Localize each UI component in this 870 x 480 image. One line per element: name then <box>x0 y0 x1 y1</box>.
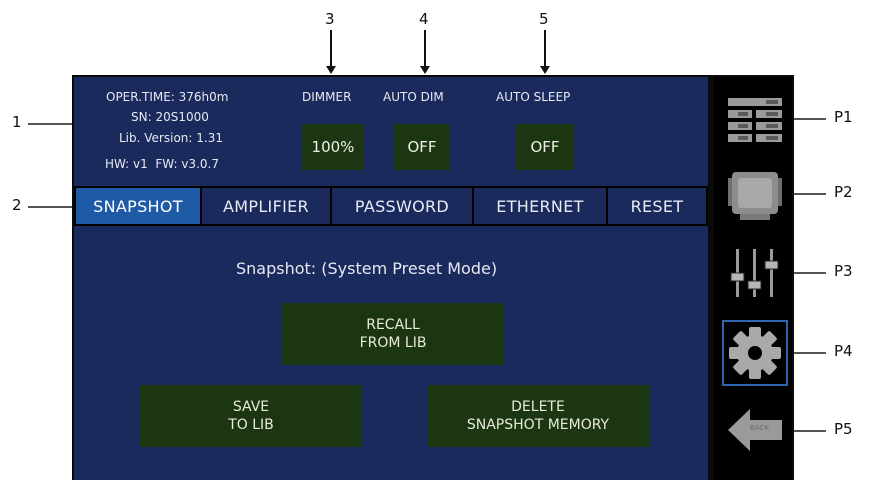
save-to-lib-button[interactable]: SAVE TO LIB <box>140 385 362 447</box>
back-button[interactable]: BACK <box>726 405 784 455</box>
hw-fw-version: HW: v1 FW: v3.0.7 <box>105 157 219 171</box>
oper-time: OPER.TIME: 376h0m <box>106 90 229 104</box>
auto-dim-value[interactable]: OFF <box>394 124 450 170</box>
amplifier-module-icon[interactable] <box>726 168 784 222</box>
faders-icon[interactable] <box>728 247 782 299</box>
auto-dim-label: AUTO DIM <box>383 90 444 104</box>
settings-button[interactable] <box>722 320 788 386</box>
list-grid-icon[interactable] <box>726 96 784 146</box>
back-label: BACK <box>750 424 769 432</box>
gear-icon <box>729 327 781 379</box>
callout-p3: P3 <box>834 262 853 280</box>
recall-from-lib-button[interactable]: RECALL FROM LIB <box>282 303 504 365</box>
recall-line1: RECALL <box>366 317 420 333</box>
callout-2: 2 <box>12 196 22 214</box>
tab-password[interactable]: PASSWORD <box>332 188 472 224</box>
save-line2: TO LIB <box>228 417 274 433</box>
callout-p2: P2 <box>834 183 853 201</box>
callout-4: 4 <box>419 10 429 28</box>
delete-line1: DELETE <box>511 399 565 415</box>
tab-snapshot[interactable]: SNAPSHOT <box>76 188 200 224</box>
recall-line2: FROM LIB <box>359 335 427 351</box>
serial-number: SN: 20S1000 <box>131 110 209 124</box>
tab-ethernet[interactable]: ETHERNET <box>474 188 606 224</box>
snapshot-heading: Snapshot: (System Preset Mode) <box>236 259 498 278</box>
tab-reset[interactable]: RESET <box>608 188 706 224</box>
dimmer-value[interactable]: 100% <box>302 124 364 170</box>
lib-version: Lib. Version: 1.31 <box>119 131 223 145</box>
callout-3: 3 <box>325 10 335 28</box>
callout-p1: P1 <box>834 108 853 126</box>
callout-p5: P5 <box>834 420 853 438</box>
callout-5: 5 <box>539 10 549 28</box>
save-line1: SAVE <box>232 399 270 415</box>
delete-snapshot-memory-button[interactable]: DELETE SNAPSHOT MEMORY <box>427 385 649 447</box>
auto-sleep-label: AUTO SLEEP <box>496 90 571 104</box>
delete-line2: SNAPSHOT MEMORY <box>466 417 610 433</box>
auto-sleep-value[interactable]: OFF <box>516 124 574 170</box>
callout-1: 1 <box>12 113 22 131</box>
callout-p4: P4 <box>834 342 853 360</box>
tab-amplifier[interactable]: AMPLIFIER <box>202 188 330 224</box>
dimmer-label: DIMMER <box>302 90 352 104</box>
